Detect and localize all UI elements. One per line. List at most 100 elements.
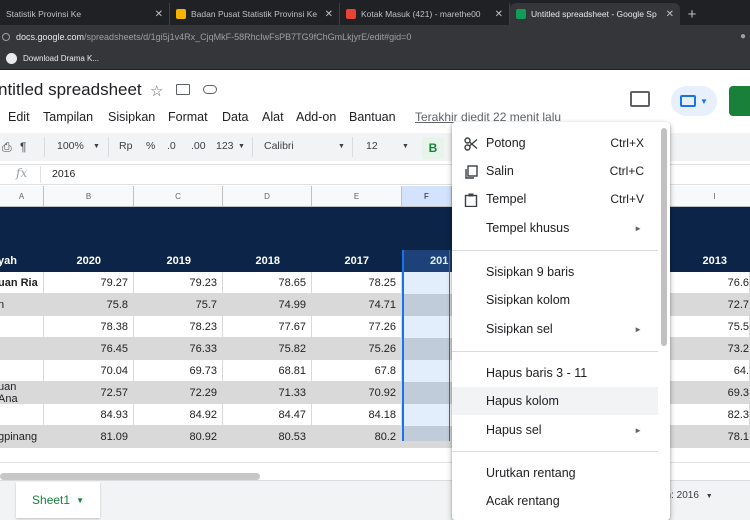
year-header[interactable]: 2017 [312,250,374,272]
currency-format-button[interactable]: Rp [119,140,132,152]
year-header[interactable]: 2020 [44,250,106,272]
bookmark-item[interactable]: Download Drama K... [23,54,99,63]
region-name-cell[interactable] [0,360,44,382]
browser-tab-1[interactable]: Statistik Provinsi Ke ✕ [0,3,170,25]
region-name-cell[interactable]: uan Ria [0,272,44,294]
column-header-e[interactable]: E [312,186,402,207]
value-cell[interactable]: 75.8 [44,294,134,316]
browser-tab-4[interactable]: Untitled spreadsheet - Google Sp ✕ [510,3,680,25]
font-size-select[interactable]: 12 [366,140,378,152]
value-cell[interactable]: 72.57 [44,382,134,404]
comment-history-icon[interactable] [630,91,650,107]
menu-item-sort-range[interactable]: Urutkan rentang [452,459,658,487]
sheet-tab[interactable]: Sheet1 ▼ [16,482,100,518]
value-cell[interactable]: 77.26 [312,316,402,338]
value-cell[interactable]: 78.25 [312,272,402,294]
font-select[interactable]: Calibri [264,140,294,152]
menu-item-insert-cells[interactable]: Sisipkan sel ► [452,315,658,343]
region-name-cell[interactable] [0,404,44,426]
menu-tools[interactable]: Alat [262,110,284,124]
increase-decimal-button[interactable]: .00 [191,140,206,152]
value-cell[interactable]: 84.92 [134,404,223,426]
more-icon[interactable]: ● [740,31,746,42]
value-cell[interactable]: 70.04 [44,360,134,382]
year-header[interactable]: 2018 [223,250,285,272]
region-name-cell[interactable]: uan Ana [0,381,44,405]
menu-item-insert-column[interactable]: Sisipkan kolom [452,286,658,314]
menu-item-insert-rows[interactable]: Sisipkan 9 baris [452,258,658,286]
year-header[interactable]: 2019 [134,250,196,272]
print-icon[interactable]: ⎙ [2,140,12,155]
close-icon[interactable]: ✕ [155,9,163,20]
region-name-cell[interactable]: n [0,294,44,316]
browser-tab-2[interactable]: Badan Pusat Statistik Provinsi Ke ✕ [170,3,340,25]
value-cell[interactable]: 76.45 [44,338,134,360]
menu-item-copy[interactable]: Salin Ctrl+C [452,157,658,185]
zoom-select[interactable]: 100% [57,140,84,152]
menu-item-paste-special[interactable]: Tempel khusus ► [452,214,658,242]
menu-item-delete-rows[interactable]: Hapus baris 3 - 11 [452,359,658,387]
value-cell[interactable]: 68.81 [223,360,312,382]
value-cell[interactable]: 78.38 [44,316,134,338]
new-tab-icon[interactable]: + [680,3,704,25]
formula-input[interactable]: 2016 [52,168,75,180]
value-cell[interactable]: 75.82 [223,338,312,360]
value-cell[interactable]: 75.26 [312,338,402,360]
value-cell[interactable]: 84.93 [44,404,134,426]
value-cell[interactable]: 67.8 [312,360,402,382]
value-cell[interactable]: 73.2 [670,338,750,360]
column-header-d[interactable]: D [223,186,312,207]
percent-format-button[interactable]: % [146,140,155,152]
value-cell[interactable]: 74.71 [312,294,402,316]
close-icon[interactable]: ✕ [325,9,333,20]
cloud-status-icon[interactable] [203,85,217,94]
share-button[interactable] [729,86,750,116]
menu-edit[interactable]: Edit [8,110,30,124]
column-header-b[interactable]: B [44,186,134,207]
column-header-f[interactable]: F [402,186,452,207]
value-cell[interactable]: 71.33 [223,382,312,404]
menu-data[interactable]: Data [222,110,248,124]
column-header-i[interactable]: I [670,186,750,207]
value-cell[interactable]: 72.29 [134,382,223,404]
more-formats-button[interactable]: 123 [216,140,234,152]
value-cell[interactable]: 70.92 [312,382,402,404]
menu-item-randomize-range[interactable]: Acak rentang [452,487,658,515]
value-cell[interactable]: 69.3 [670,382,750,404]
close-icon[interactable]: ✕ [495,9,503,20]
value-cell[interactable]: 78.65 [223,272,312,294]
decrease-decimal-button[interactable]: .0 [167,140,176,152]
browser-tab-3[interactable]: Kotak Masuk (421) - marethe00 ✕ [340,3,510,25]
value-cell[interactable]: 72.7 [670,294,750,316]
present-button[interactable]: ▼ [671,86,717,116]
column-header-a[interactable]: A [0,186,44,207]
year-header[interactable]: 2013 [670,250,732,272]
address-bar[interactable]: docs.google.com /spreadsheets/d/1gi5j1v4… [0,25,750,48]
value-cell[interactable]: 79.23 [134,272,223,294]
move-folder-icon[interactable] [176,84,190,95]
paint-format-icon[interactable]: ¶ [20,140,26,154]
close-icon[interactable]: ✕ [666,9,674,20]
value-cell[interactable]: 64. [670,360,750,382]
bold-button[interactable]: B [422,137,444,159]
value-cell[interactable]: 75.7 [134,294,223,316]
document-title[interactable]: ntitled spreadsheet [0,80,142,100]
context-menu-scrollbar[interactable] [661,128,667,346]
value-cell[interactable]: 74.99 [223,294,312,316]
value-cell[interactable]: 79.27 [44,272,134,294]
menu-item-delete-cells[interactable]: Hapus sel ► [452,416,658,444]
value-cell[interactable]: 76.6 [670,272,750,294]
value-cell[interactable]: 75.5 [670,316,750,338]
value-cell[interactable]: 77.67 [223,316,312,338]
value-cell[interactable]: 84.18 [312,404,402,426]
value-cell[interactable]: 84.47 [223,404,312,426]
menu-format[interactable]: Format [168,110,208,124]
value-cell[interactable]: 82.3 [670,404,750,426]
menu-help[interactable]: Bantuan [349,110,396,124]
region-name-cell[interactable] [0,316,44,338]
horizontal-scrollbar[interactable] [0,473,260,480]
region-name-cell[interactable] [0,338,44,360]
menu-item-cut[interactable]: Potong Ctrl+X [452,129,658,157]
region-header[interactable]: yah [0,250,42,272]
column-header-c[interactable]: C [134,186,223,207]
